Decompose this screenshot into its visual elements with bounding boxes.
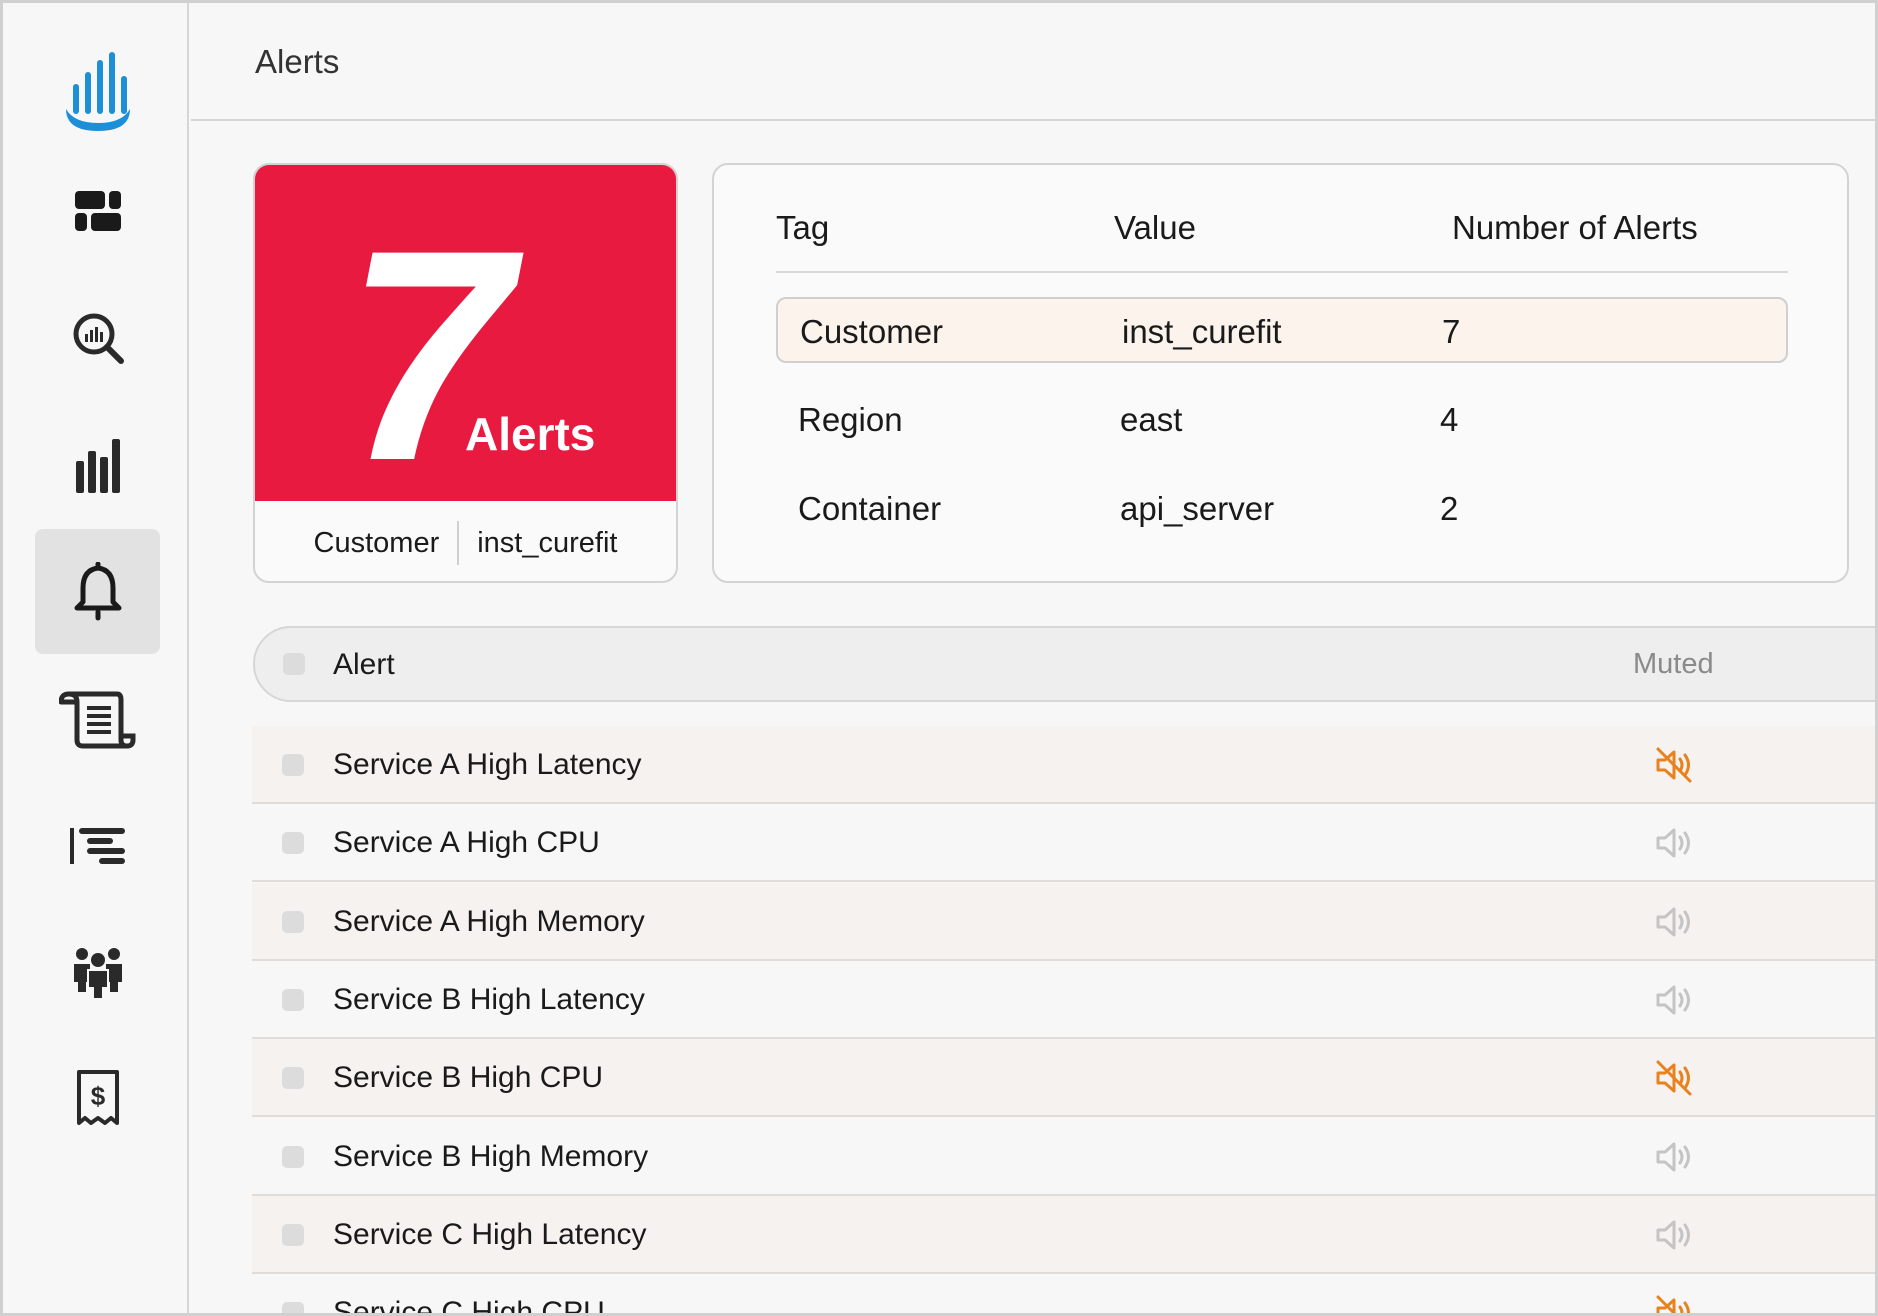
alert-checkbox[interactable] (282, 832, 304, 855)
sidebar: $ (3, 3, 189, 1313)
speaker-icon[interactable] (1654, 1215, 1694, 1255)
divider (457, 521, 460, 565)
column-header-count: Number of Alerts (1452, 209, 1698, 246)
svg-text:$: $ (90, 1081, 105, 1111)
column-header-alert[interactable]: Alert (333, 648, 395, 682)
alert-name[interactable]: Service A High Memory (333, 905, 645, 939)
alert-count-panel: 7 Alerts (255, 165, 676, 505)
column-header-tag: Tag (776, 209, 830, 246)
tag-row[interactable]: Customer inst_curefit 7 (776, 297, 1788, 363)
alert-row[interactable]: Service B High CPU (252, 1039, 1875, 1118)
alert-checkbox[interactable] (282, 754, 304, 776)
search-analytics-icon[interactable] (35, 275, 160, 400)
page-title: Alerts (255, 43, 340, 80)
tag-cell: Container (798, 490, 942, 527)
count-cell: 4 (1440, 401, 1459, 438)
alert-row[interactable]: Service B High Latency (252, 960, 1875, 1039)
alert-name[interactable]: Service B High Memory (333, 1140, 648, 1174)
speaker-icon[interactable] (1654, 980, 1694, 1020)
alert-name[interactable]: Service B High CPU (333, 1061, 603, 1095)
page-header: Alerts (191, 3, 1875, 121)
bar-chart-icon[interactable] (35, 403, 160, 528)
logo-icon[interactable] (35, 31, 160, 156)
dashboard-icon[interactable] (35, 149, 160, 274)
tag-table-header: Tag Value Number of Alerts (776, 209, 1788, 273)
alert-checkbox[interactable] (282, 910, 304, 933)
column-header-value: Value (1114, 209, 1196, 246)
team-icon[interactable] (35, 909, 160, 1034)
alert-row[interactable]: Service C High CPU (252, 1274, 1875, 1313)
bell-icon[interactable] (35, 529, 160, 654)
alert-name[interactable]: Service A High Latency (333, 748, 642, 782)
app-window: $ Alerts 7 Alerts Customer inst_curefit … (0, 0, 1878, 1316)
speaker-muted-icon[interactable] (1654, 1293, 1694, 1313)
alert-count-label: Alerts (465, 408, 596, 460)
alert-row[interactable]: Service A High Latency (252, 726, 1875, 804)
billing-receipt-icon[interactable]: $ (35, 1035, 160, 1160)
alert-row[interactable]: Service C High Latency (252, 1195, 1875, 1274)
summary-filter-tag: Customer (313, 526, 440, 559)
column-header-muted[interactable]: Muted (1633, 648, 1714, 681)
alert-row[interactable]: Service A High Memory (252, 882, 1875, 961)
tag-breakdown-table: Tag Value Number of Alerts Customer inst… (712, 163, 1849, 583)
alert-name[interactable]: Service A High CPU (333, 826, 600, 860)
count-cell: 2 (1440, 490, 1459, 527)
alert-name[interactable]: Service B High Latency (333, 983, 645, 1017)
alert-checkbox[interactable] (282, 1145, 304, 1168)
alert-checkbox[interactable] (282, 988, 304, 1011)
alert-checkbox[interactable] (282, 1302, 304, 1313)
alert-name[interactable]: Service C High Latency (333, 1218, 646, 1252)
list-align-icon[interactable] (35, 783, 160, 908)
alert-row[interactable]: Service A High CPU (252, 804, 1875, 883)
alert-checkbox[interactable] (282, 1067, 304, 1090)
tag-row[interactable]: Region east 4 (776, 387, 1788, 453)
alert-summary-card[interactable]: 7 Alerts Customer inst_curefit (253, 163, 678, 583)
speaker-muted-icon[interactable] (1654, 745, 1694, 785)
speaker-icon[interactable] (1654, 902, 1694, 942)
alert-list-header: Alert Muted (253, 626, 1875, 702)
speaker-icon[interactable] (1654, 1137, 1694, 1177)
speaker-muted-icon[interactable] (1654, 1058, 1694, 1098)
alert-row[interactable]: Service B High Memory (252, 1117, 1875, 1196)
scroll-log-icon[interactable] (35, 657, 160, 782)
summary-filter-value: inst_curefit (477, 526, 618, 559)
alert-name[interactable]: Service C High CPU (333, 1296, 605, 1313)
select-all-checkbox[interactable] (283, 653, 305, 675)
value-cell: inst_curefit (1122, 313, 1282, 350)
tag-cell: Customer (800, 313, 944, 350)
speaker-icon[interactable] (1654, 823, 1694, 863)
tag-cell: Region (798, 401, 903, 438)
value-cell: api_server (1120, 490, 1275, 527)
tag-row[interactable]: Container api_server 2 (776, 476, 1788, 542)
alert-checkbox[interactable] (282, 1223, 304, 1246)
value-cell: east (1120, 401, 1183, 438)
count-cell: 7 (1442, 313, 1461, 350)
summary-filter: Customer inst_curefit (255, 501, 676, 581)
